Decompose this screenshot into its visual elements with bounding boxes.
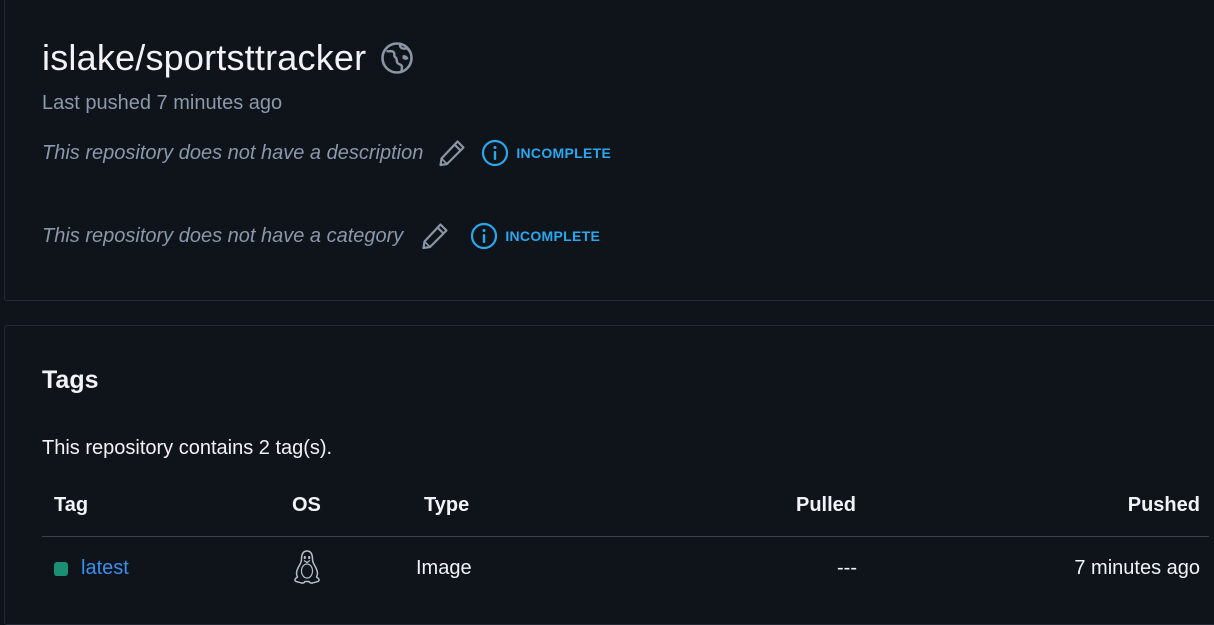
os-cell — [292, 549, 322, 591]
globe-icon — [380, 41, 414, 75]
last-pushed-text: Last pushed 7 minutes ago — [42, 92, 283, 114]
repository-title-row: islake/sportsttracker — [42, 37, 414, 79]
tag-cell: latest — [54, 557, 129, 580]
pencil-icon — [422, 223, 448, 250]
category-row: This repository does not have a category… — [42, 221, 600, 251]
type-cell: Image — [416, 557, 472, 579]
tags-count-text: This repository contains 2 tag(s). — [42, 437, 333, 459]
description-row: This repository does not have a descript… — [42, 138, 611, 168]
column-header-type: Type — [424, 494, 470, 516]
category-placeholder: This repository does not have a category — [42, 224, 404, 247]
column-header-os: OS — [292, 494, 321, 516]
column-header-pushed: Pushed — [1127, 494, 1200, 516]
tags-heading: Tags — [42, 366, 99, 394]
info-icon — [470, 222, 498, 250]
column-header-pulled: Pulled — [795, 494, 856, 516]
tags-table-header: Tag OS Type Pulled Pushed — [42, 494, 1209, 537]
description-placeholder: This repository does not have a descript… — [42, 141, 424, 164]
linux-icon — [292, 549, 322, 585]
pencil-icon — [439, 140, 465, 167]
repository-name: islake/sportsttracker — [42, 37, 367, 78]
column-header-tag: Tag — [54, 494, 89, 516]
repository-info-card: islake/sportsttracker Last pushed 7 minu… — [4, 0, 1214, 301]
pulled-cell: --- — [837, 557, 857, 579]
category-status-label: INCOMPLETE — [505, 228, 601, 244]
tag-status-dot — [54, 561, 68, 576]
table-row: latest Image --- 7 minutes ago — [42, 550, 1209, 594]
pushed-cell: 7 minutes ago — [1074, 557, 1200, 579]
description-status-label: INCOMPLETE — [516, 145, 612, 161]
tag-link-latest[interactable]: latest — [81, 557, 129, 580]
edit-description-button[interactable] — [437, 138, 467, 168]
category-status: INCOMPLETE — [470, 222, 600, 250]
edit-category-button[interactable] — [420, 221, 450, 251]
description-status: INCOMPLETE — [481, 139, 611, 167]
info-icon — [481, 139, 509, 167]
tags-card: Tags This repository contains 2 tag(s). … — [4, 325, 1214, 625]
